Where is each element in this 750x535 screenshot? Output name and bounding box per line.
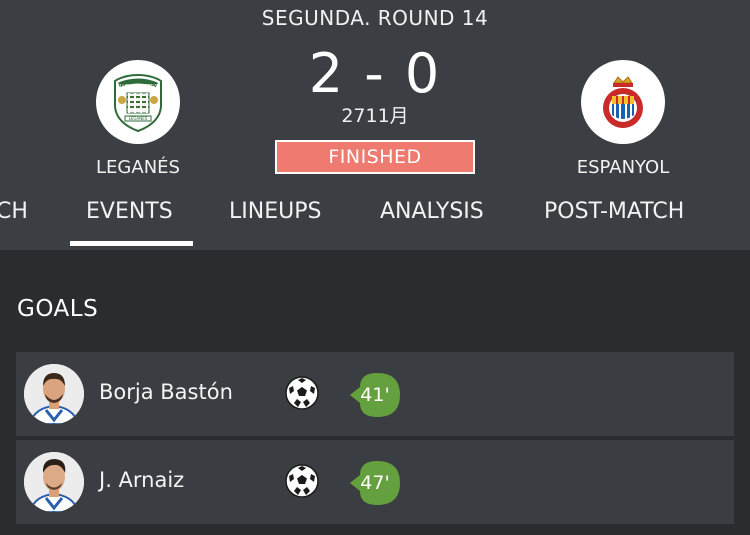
soccer-ball-icon [285, 376, 319, 410]
tab-match[interactable]: CH [0, 199, 28, 224]
player-avatar [24, 364, 84, 424]
active-tab-indicator [70, 241, 193, 246]
section-title-goals: GOALS [17, 296, 99, 322]
competition-round: SEGUNDA. ROUND 14 [261, 6, 489, 30]
away-team-name[interactable]: ESPANYOL [523, 157, 723, 178]
tab-events[interactable]: EVENTS [86, 199, 173, 224]
tab-analysis[interactable]: ANALYSIS [380, 199, 484, 224]
espanyol-crest-icon [603, 76, 643, 128]
tab-post-match[interactable]: POST-MATCH [544, 199, 684, 224]
match-status-badge: FINISHED [275, 140, 475, 174]
away-team-crest[interactable] [581, 60, 665, 144]
goal-row[interactable]: Borja Bastón 41' [16, 352, 734, 436]
match-header: SEGUNDA. ROUND 14 CLUB DEPORTIVO LEGANÉS… [0, 0, 750, 250]
goal-minute: 41' [360, 384, 390, 406]
goal-scorer-name: Borja Bastón [99, 380, 233, 404]
player-photo-icon [24, 364, 84, 424]
player-photo-icon [24, 452, 84, 512]
goal-scorer-name: J. Arnaiz [99, 468, 185, 492]
tab-lineups[interactable]: LINEUPS [229, 199, 321, 224]
home-team-name[interactable]: LEGANÉS [38, 157, 238, 178]
goal-minute: 47' [360, 472, 390, 494]
player-avatar [24, 452, 84, 512]
goal-row[interactable]: J. Arnaiz 47' [16, 440, 734, 524]
soccer-ball-icon [285, 464, 319, 498]
